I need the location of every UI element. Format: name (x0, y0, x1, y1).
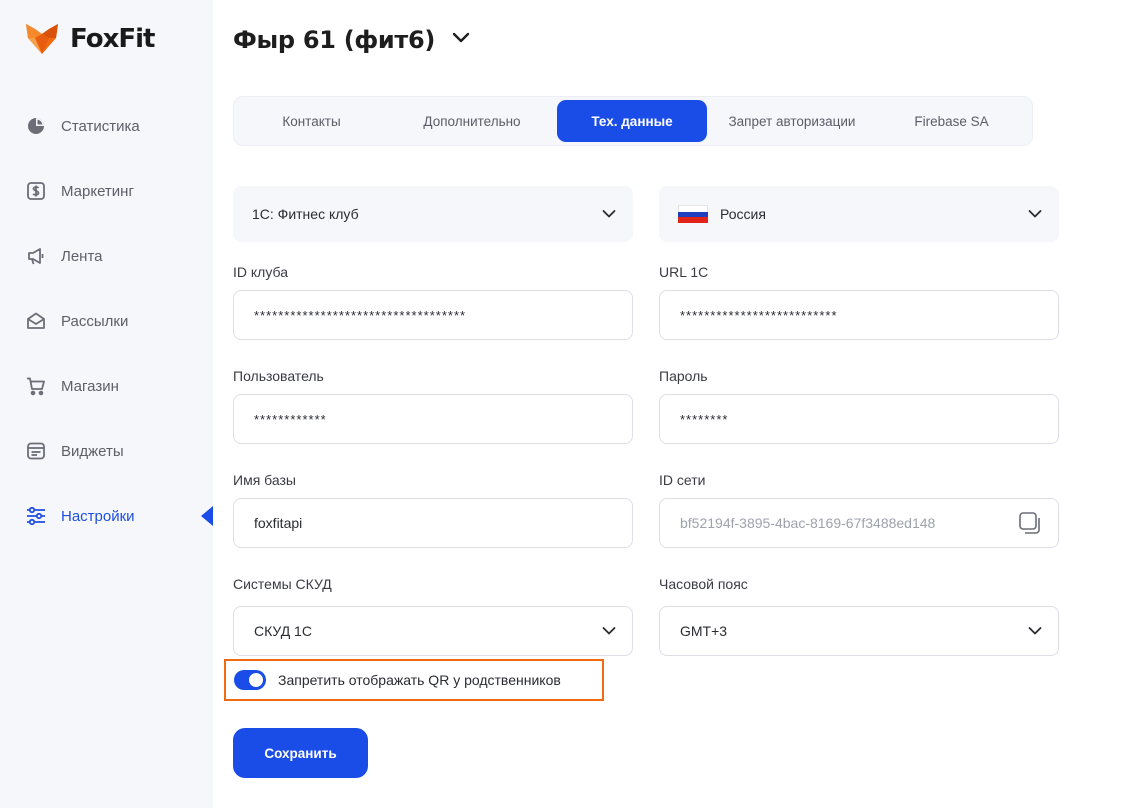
sidebar-item-label: Рассылки (61, 312, 129, 330)
db-name-label: Имя базы (233, 472, 296, 488)
url-1c-value: ************************** (680, 307, 838, 323)
access-system-select[interactable]: СКУД 1С (233, 606, 633, 656)
copy-icon[interactable] (1018, 511, 1042, 535)
user-value: ************ (254, 411, 327, 427)
country-select[interactable]: Россия (659, 186, 1059, 242)
mail-icon (25, 310, 47, 332)
chevron-down-icon (1028, 210, 1042, 219)
club-selector[interactable]: Фыр 61 (фит6) (233, 26, 471, 54)
tab-firebase-sa[interactable]: Firebase SA (874, 100, 1029, 142)
sidebar-item-settings[interactable]: Настройки (25, 503, 135, 529)
access-system-value: СКУД 1С (254, 623, 312, 639)
cart-icon (25, 375, 47, 397)
sidebar-item-widgets[interactable]: Виджеты (25, 438, 124, 464)
sidebar-item-label: Лента (61, 247, 103, 265)
sidebar-item-mailings[interactable]: Рассылки (25, 308, 128, 334)
timezone-label: Часовой пояс (659, 576, 748, 592)
timezone-select[interactable]: GMT+3 (659, 606, 1059, 656)
network-id-field: bf52194f-3895-4bac-8169-67f3488ed148 (659, 498, 1059, 548)
sidebar-item-marketing[interactable]: Маркетинг (25, 178, 134, 204)
sidebar: FoxFit Статистика Маркетинг Лента Рассыл… (0, 0, 213, 808)
db-name-field[interactable]: foxfitapi (233, 498, 633, 548)
user-field[interactable]: ************ (233, 394, 633, 444)
sidebar-item-label: Магазин (61, 377, 119, 395)
sidebar-item-label: Статистика (61, 117, 140, 135)
chevron-down-icon (451, 31, 471, 49)
password-field[interactable]: ******** (659, 394, 1059, 444)
widget-icon (25, 440, 47, 462)
active-indicator (201, 506, 213, 526)
integration-select[interactable]: 1С: Фитнес клуб (233, 186, 633, 242)
tab-contacts[interactable]: Контакты (234, 100, 389, 142)
user-label: Пользователь (233, 368, 324, 384)
timezone-value: GMT+3 (680, 623, 728, 639)
sidebar-item-label: Виджеты (61, 442, 124, 460)
save-button[interactable]: Сохранить (233, 728, 368, 778)
tabs-bar: Контакты Дополнительно Тех. данные Запре… (233, 96, 1033, 146)
tab-tech-data[interactable]: Тех. данные (557, 100, 707, 142)
qr-toggle-label: Запретить отображать QR у родственников (278, 672, 561, 688)
tab-auth-ban[interactable]: Запрет авторизации (712, 100, 872, 142)
fox-logo-icon (26, 24, 58, 54)
url-1c-label: URL 1С (659, 264, 709, 280)
chevron-down-icon (1028, 627, 1042, 636)
dollar-tag-icon (25, 180, 47, 202)
db-name-value: foxfitapi (254, 515, 303, 531)
country-value: Россия (720, 206, 766, 222)
club-id-field[interactable]: *********************************** (233, 290, 633, 340)
password-label: Пароль (659, 368, 708, 384)
qr-toggle-switch[interactable] (234, 670, 266, 690)
page-title: Фыр 61 (фит6) (233, 26, 436, 54)
chevron-down-icon (602, 210, 616, 219)
pie-chart-icon (25, 115, 47, 137)
brand-logo[interactable]: FoxFit (26, 24, 155, 54)
club-id-label: ID клуба (233, 264, 288, 280)
access-system-label: Системы СКУД (233, 576, 332, 592)
club-id-value: *********************************** (254, 307, 467, 323)
network-id-value: bf52194f-3895-4bac-8169-67f3488ed148 (680, 515, 936, 531)
tab-additional[interactable]: Дополнительно (392, 100, 552, 142)
password-value: ******** (680, 411, 729, 427)
sliders-icon (25, 505, 47, 527)
sidebar-item-shop[interactable]: Магазин (25, 373, 119, 399)
toggle-knob (249, 673, 263, 687)
qr-toggle-row: Запретить отображать QR у родственников (224, 659, 604, 701)
network-id-label: ID сети (659, 472, 706, 488)
russia-flag-icon (678, 205, 708, 224)
chevron-down-icon (602, 627, 616, 636)
url-1c-field[interactable]: ************************** (659, 290, 1059, 340)
megaphone-icon (25, 245, 47, 267)
integration-value: 1С: Фитнес клуб (252, 206, 359, 222)
brand-name: FoxFit (70, 24, 155, 54)
sidebar-item-statistics[interactable]: Статистика (25, 113, 140, 139)
sidebar-item-label: Маркетинг (61, 182, 134, 200)
sidebar-item-feed[interactable]: Лента (25, 243, 103, 269)
sidebar-item-label: Настройки (61, 507, 135, 525)
